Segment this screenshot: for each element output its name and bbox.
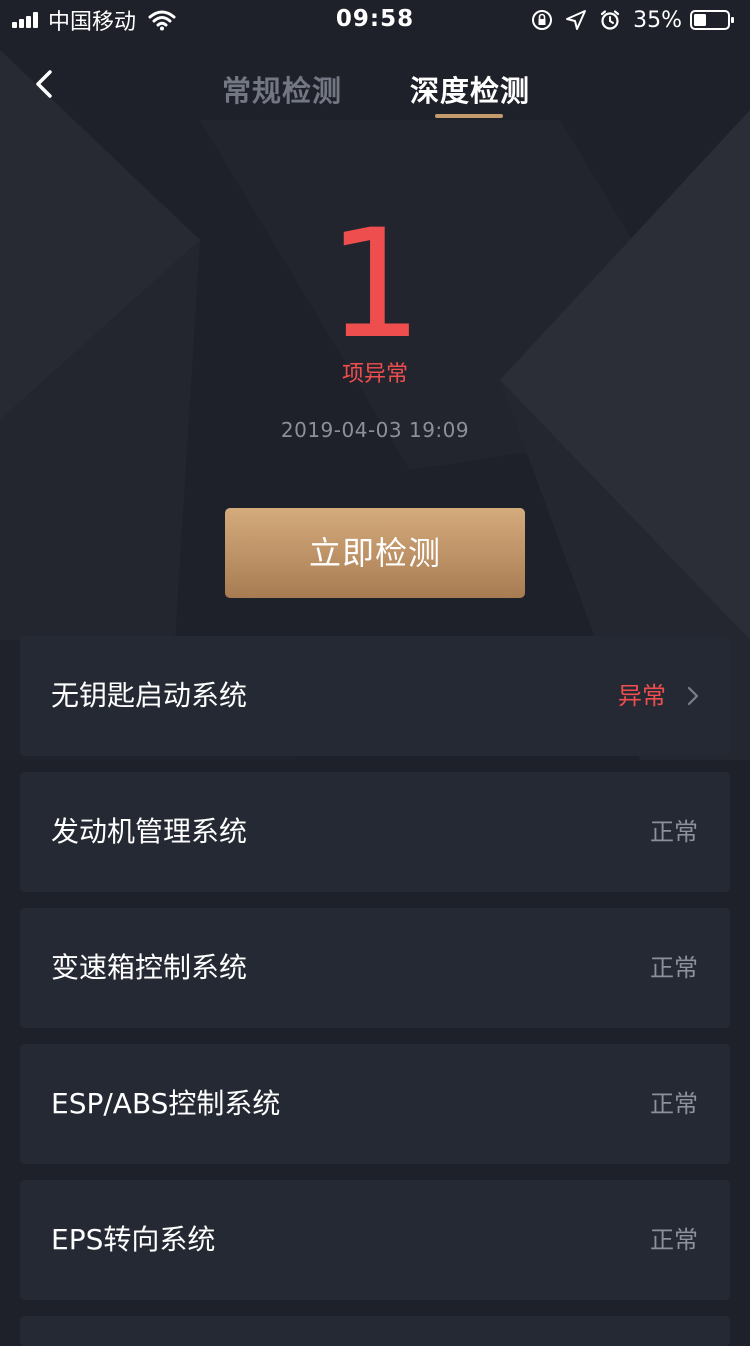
check-now-button[interactable]: 立即检测	[225, 508, 525, 598]
system-row-transmission-control[interactable]: 变速箱控制系统 正常	[20, 908, 730, 1028]
nav-bar: 常规检测 深度检测	[0, 50, 750, 130]
detection-timestamp: 2019-04-03 19:09	[280, 418, 470, 442]
system-row-engine-management[interactable]: 发动机管理系统 正常	[20, 772, 730, 892]
system-name: EPS转向系统	[51, 1223, 216, 1256]
abnormal-count-label: 项异常	[341, 362, 408, 387]
tab-regular-check[interactable]: 常规检测	[222, 68, 342, 110]
system-status: 正常	[650, 954, 698, 982]
status-right: 35%	[519, 6, 734, 34]
battery-icon	[690, 10, 734, 30]
system-name: ESP/ABS控制系统	[51, 1087, 281, 1120]
location-icon	[566, 10, 587, 30]
system-status: 异常	[618, 682, 666, 710]
system-row-esp-abs[interactable]: ESP/ABS控制系统 正常	[20, 1044, 730, 1164]
battery-percent: 35%	[633, 7, 682, 33]
system-status: 正常	[650, 1226, 698, 1254]
system-status: 正常	[650, 818, 698, 846]
system-list: 无钥匙启动系统 异常 发动机管理系统 正常 变速箱控制系统 正常 ESP/ABS…	[20, 636, 730, 1346]
chevron-right-icon	[687, 686, 699, 706]
rotation-lock-icon	[532, 10, 553, 30]
active-tab-indicator	[435, 114, 503, 118]
system-name: 发动机管理系统	[51, 815, 248, 848]
system-row-keyless-start[interactable]: 无钥匙启动系统 异常	[20, 636, 730, 756]
tab-deep-check[interactable]: 深度检测	[410, 68, 530, 110]
system-status: 正常	[650, 1090, 698, 1118]
system-name: 变速箱控制系统	[51, 951, 248, 984]
abnormal-count: 1	[327, 198, 423, 372]
system-name: 无钥匙启动系统	[51, 679, 248, 712]
alarm-icon	[600, 10, 620, 30]
back-chevron-icon[interactable]	[20, 62, 70, 106]
detection-summary: 1 项异常 2019-04-03 19:09	[0, 210, 750, 442]
status-bar: 中国移动 09:58 35%	[0, 0, 750, 40]
system-row-eps-steering[interactable]: EPS转向系统 正常	[20, 1180, 730, 1300]
system-row-partial	[20, 1316, 730, 1346]
